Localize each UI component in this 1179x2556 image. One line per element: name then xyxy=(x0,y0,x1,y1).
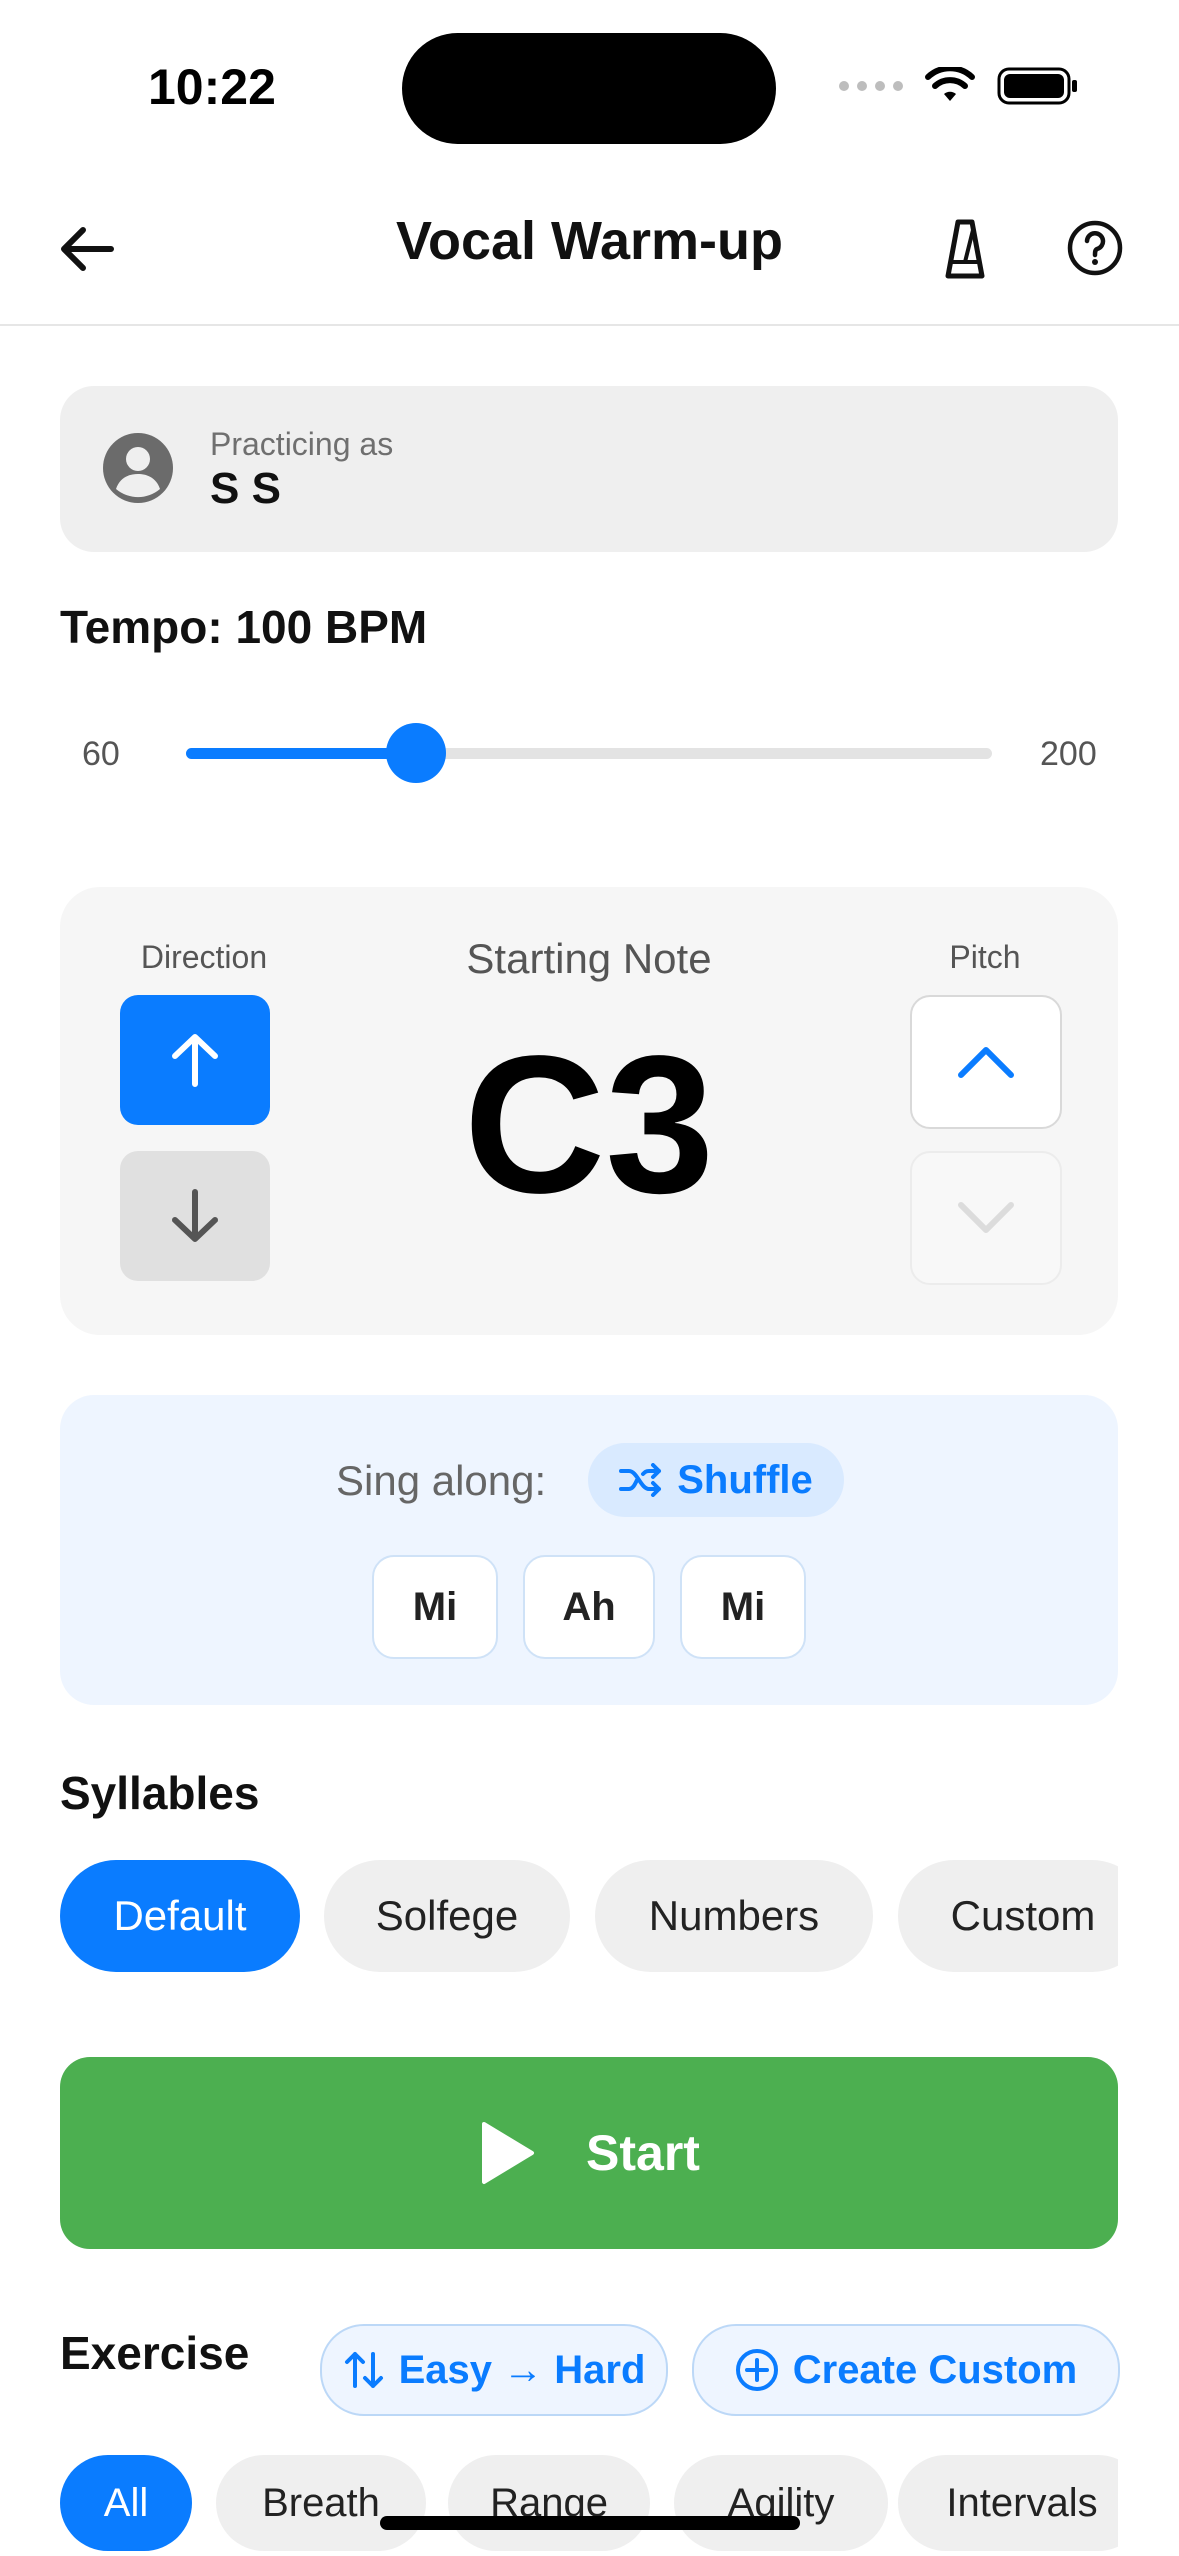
syllables-title: Syllables xyxy=(60,1767,260,1819)
page-title: Vocal Warm-up xyxy=(395,211,784,271)
pitch-up-button[interactable] xyxy=(910,995,1062,1129)
question-circle-icon xyxy=(1067,220,1123,276)
status-time: 10:22 xyxy=(148,59,276,115)
category-all[interactable]: All xyxy=(60,2455,192,2551)
sing-syllable-chip: Ah xyxy=(523,1555,655,1659)
nav-header: Vocal Warm-up xyxy=(0,180,1179,326)
metronome-button[interactable] xyxy=(930,208,1000,288)
start-button[interactable]: Start xyxy=(60,2057,1118,2249)
difficulty-sort-label: Easy → Hard xyxy=(398,2347,646,2392)
create-custom-label: Create Custom xyxy=(792,2347,1078,2392)
help-button[interactable] xyxy=(1060,208,1130,288)
cellular-signal-icon xyxy=(839,81,903,91)
category-range[interactable]: Range xyxy=(448,2455,650,2551)
sing-syllable-chip: Mi xyxy=(372,1555,498,1659)
category-intervals[interactable]: Intervals xyxy=(898,2455,1118,2551)
chevron-up-icon xyxy=(958,1047,1014,1078)
pitch-label: Pitch xyxy=(949,939,1021,975)
home-indicator xyxy=(380,2516,800,2530)
sing-along-label: Sing along: xyxy=(336,1457,547,1504)
syllable-option-custom[interactable]: Custom xyxy=(898,1860,1118,1972)
create-custom-button[interactable]: Create Custom xyxy=(692,2324,1120,2416)
sing-along-card: Sing along: Shuffle Mi Ah Mi xyxy=(60,1395,1118,1705)
exercise-title: Exercise xyxy=(60,2327,250,2379)
syllables-chip-row: Default Solfege Numbers Custom xyxy=(60,1860,1118,1972)
user-name: S S xyxy=(210,464,281,513)
difficulty-sort-button[interactable]: Easy → Hard xyxy=(320,2324,668,2416)
shuffle-label: Shuffle xyxy=(677,1457,813,1502)
tempo-slider-thumb[interactable] xyxy=(386,723,447,783)
wifi-icon xyxy=(925,67,975,101)
tempo-max-label: 200 xyxy=(1040,735,1097,773)
play-icon xyxy=(482,2122,535,2184)
start-label: Start xyxy=(586,2125,700,2181)
tempo-title: Tempo: 100 BPM xyxy=(60,601,428,653)
status-icons xyxy=(839,66,1079,106)
category-agility[interactable]: Agility xyxy=(674,2455,888,2551)
shuffle-icon xyxy=(619,1463,662,1497)
shuffle-button[interactable]: Shuffle xyxy=(588,1443,844,1517)
exercise-category-row: All Breath Range Agility Intervals xyxy=(60,2455,1118,2555)
pitch-down-button[interactable] xyxy=(910,1151,1062,1285)
syllable-option-default[interactable]: Default xyxy=(60,1860,300,1972)
practicing-as-label: Practicing as xyxy=(210,426,394,462)
plus-circle-icon xyxy=(735,2349,778,2391)
metronome-icon xyxy=(945,219,985,279)
avatar-icon xyxy=(103,433,173,503)
practicing-as-card[interactable]: Practicing as S S xyxy=(60,386,1118,552)
sing-syllable-chip: Mi xyxy=(680,1555,806,1659)
syllable-option-numbers[interactable]: Numbers xyxy=(595,1860,873,1972)
tempo-min-label: 60 xyxy=(82,735,120,773)
dynamic-island xyxy=(402,33,776,144)
battery-icon xyxy=(997,67,1077,105)
tempo-slider-fill xyxy=(186,748,417,759)
syllable-option-solfege[interactable]: Solfege xyxy=(324,1860,570,1972)
starting-note-card: Direction Starting Note C3 Pitch xyxy=(60,887,1118,1335)
sort-arrows-icon xyxy=(344,2352,383,2388)
category-breath[interactable]: Breath xyxy=(216,2455,426,2551)
chevron-down-icon xyxy=(958,1202,1014,1233)
